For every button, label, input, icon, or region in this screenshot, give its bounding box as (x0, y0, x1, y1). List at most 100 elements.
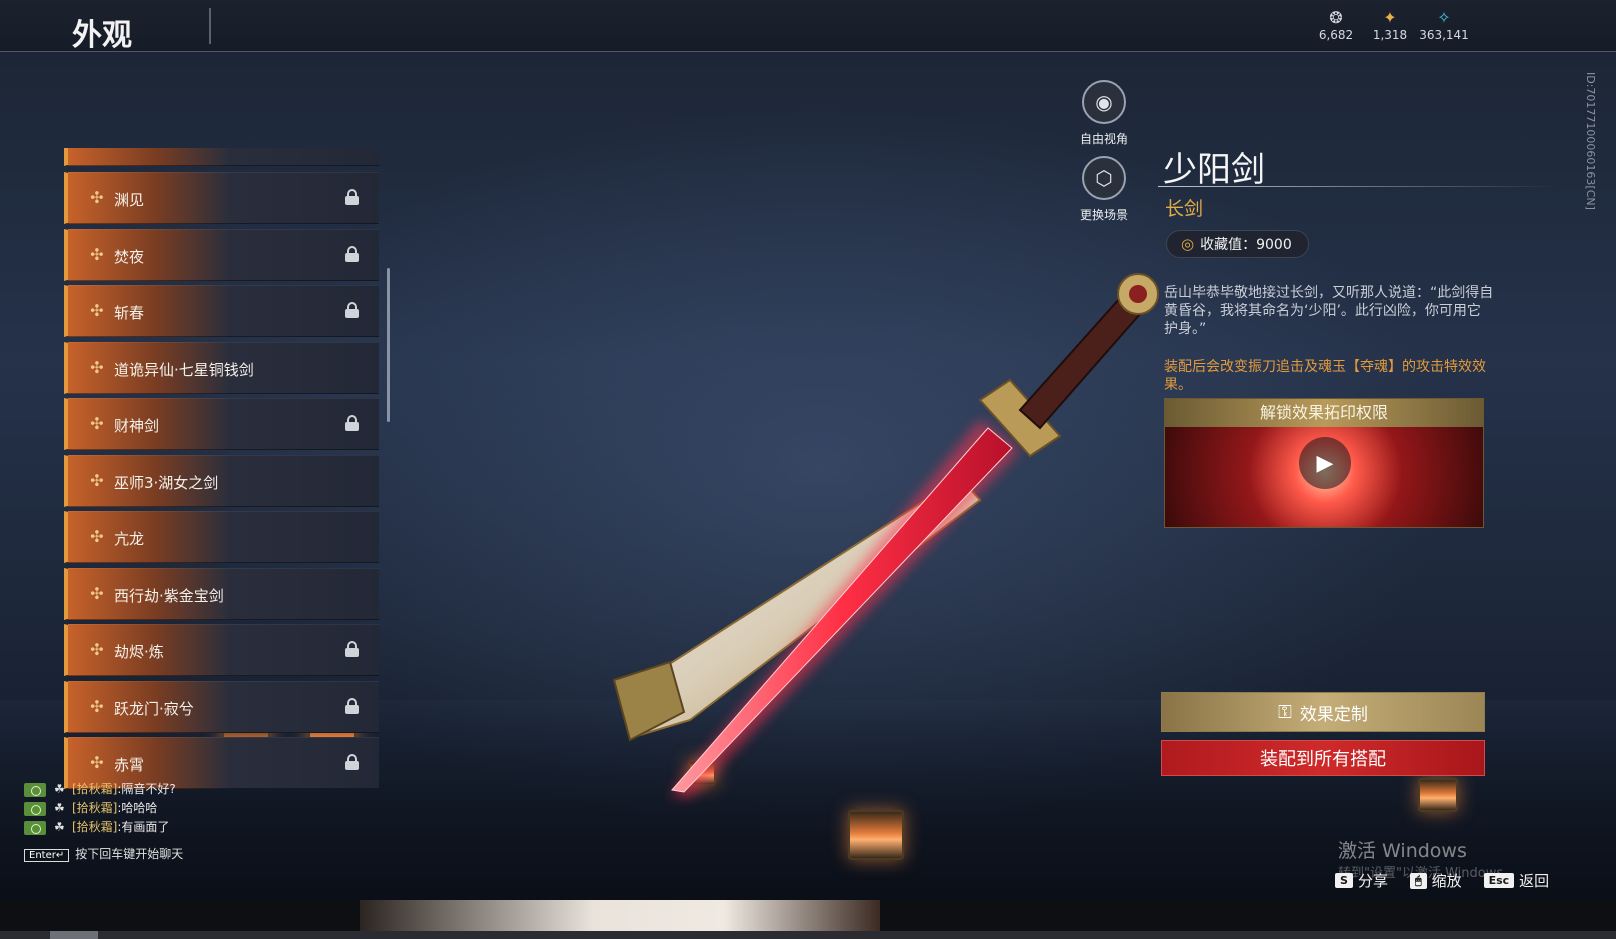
skin-icon: ✣ (90, 527, 104, 546)
list-item[interactable]: ✣ 渊见 (64, 172, 379, 224)
chat-sender[interactable]: [拾秋霜] (72, 820, 117, 834)
ticket-currency-icon: ✦ (1383, 8, 1397, 27)
skin-label: 渊见 (114, 191, 145, 209)
windows-activation-watermark: 激活 Windows (1338, 840, 1467, 862)
skin-icon: ✣ (90, 697, 104, 716)
chat-sender[interactable]: [拾秋霜] (72, 782, 117, 796)
list-item[interactable]: ✣ 焚夜 (64, 229, 379, 281)
chat-text: :隔音不好? (117, 782, 176, 796)
sword-preview[interactable] (600, 250, 1200, 810)
zoom-label: 缩放 (1431, 872, 1462, 890)
skin-label: 焚夜 (114, 248, 145, 266)
currency-feather[interactable]: ✧ 363,141 (1414, 8, 1474, 42)
change-scene-button[interactable]: ⬡ 更换场景 (1059, 156, 1149, 223)
lock-icon (345, 302, 359, 318)
list-item[interactable]: ✣ 道诡异仙·七星铜钱剑 (64, 342, 379, 394)
list-item[interactable]: ✣ 跃龙门·寂兮 (64, 681, 379, 733)
chat-line: ☘ [拾秋霜]:哈哈哈 (24, 799, 444, 818)
list-item[interactable]: ✣ 斩春 (64, 285, 379, 337)
change-scene-label: 更换场景 (1079, 208, 1128, 222)
key-hints: S 分享 🖱 缩放 Esc 返回 (1335, 870, 1571, 891)
guild-icon: ☘ (54, 782, 65, 796)
customize-effect-button[interactable]: ⚿ 效果定制 (1161, 692, 1485, 732)
skin-label: 巫师3·湖女之剑 (114, 474, 219, 492)
bottom-scrollbar[interactable] (0, 931, 1616, 939)
chat-sender[interactable]: [拾秋霜] (72, 801, 117, 815)
share-hint[interactable]: S 分享 (1335, 870, 1388, 891)
list-item[interactable]: ✣ 财神剑 (64, 398, 379, 450)
free-view-label: 自由视角 (1079, 132, 1128, 146)
skin-icon: ✣ (90, 640, 104, 659)
play-icon[interactable]: ▶ (1299, 437, 1351, 489)
collect-icon: ◎ (1181, 235, 1195, 253)
skin-icon: ✣ (90, 584, 104, 603)
preview-video[interactable]: ▶ (1165, 427, 1483, 527)
list-item[interactable] (64, 148, 379, 166)
cube-icon: ⬡ (1082, 156, 1126, 200)
bottom-strip (0, 900, 1616, 939)
lock-icon (345, 698, 359, 714)
lantern (1418, 778, 1458, 812)
skin-list[interactable]: ✣ 渊见 ✣ 焚夜 ✣ 斩春 ✣ 道诡异仙·七星铜钱剑 ✣ 财神剑 ✣ 巫师3·… (64, 148, 384, 800)
channel-icon (24, 801, 46, 816)
skin-icon: ✣ (90, 245, 104, 264)
skin-icon: ✣ (90, 471, 104, 490)
lock-icon (345, 415, 359, 431)
key-icon: ⚿ (1278, 701, 1292, 723)
currency-ticket[interactable]: ✦ 1,318 (1360, 8, 1420, 42)
bottom-scrollbar-thumb[interactable] (50, 931, 98, 939)
back-label: 返回 (1519, 872, 1550, 890)
back-hint[interactable]: Esc 返回 (1483, 870, 1550, 891)
item-description: 岳山毕恭毕敬地接过长剑，又听那人说道：“此剑得自黄昏谷，我将其命名为‘少阳’。此… (1164, 285, 1494, 337)
top-bar: 外观 ❂ 6,682 ✦ 1,318 ✧ 363,141 (0, 0, 1616, 53)
esc-key: Esc (1483, 873, 1515, 888)
free-view-button[interactable]: ◉ 自由视角 (1059, 80, 1149, 147)
lock-icon (345, 246, 359, 262)
list-item[interactable]: ✣ 劫烬·炼 (64, 624, 379, 676)
collect-value: 收藏值：9000 (1200, 237, 1292, 253)
item-name: 少阳剑 (1163, 150, 1265, 190)
share-key: S (1335, 873, 1353, 888)
page-title: 外观 (72, 18, 132, 53)
unlock-preview[interactable]: 解锁效果拓印权限 ▶ (1164, 398, 1484, 528)
unlock-title: 解锁效果拓印权限 (1165, 399, 1483, 427)
skin-label: 赤霄 (114, 756, 145, 774)
skin-icon: ✣ (90, 414, 104, 433)
lock-icon (345, 754, 359, 770)
chat-line: ☘ [拾秋霜]:有画面了 (24, 818, 444, 837)
chat-hint[interactable]: Enter↵ 按下回车键开始聊天 (24, 845, 444, 862)
skin-icon: ✣ (90, 301, 104, 320)
feather-currency-icon: ✧ (1437, 8, 1451, 27)
title-divider (209, 8, 211, 44)
spirit-currency-icon: ❂ (1329, 8, 1343, 27)
currency-value: 363,141 (1419, 28, 1469, 42)
skin-icon: ✣ (90, 358, 104, 377)
currency-value: 6,682 (1318, 28, 1354, 42)
skin-icon: ✣ (90, 753, 104, 772)
guild-icon: ☘ (54, 820, 65, 834)
enter-key: Enter↵ (24, 849, 70, 862)
name-divider (1158, 186, 1558, 187)
list-item[interactable]: ✣ 巫师3·湖女之剑 (64, 455, 379, 507)
channel-icon (24, 820, 46, 835)
effect-note: 装配后会改变振刀追击及魂玉【夺魂】的攻击特效效果。 (1164, 359, 1486, 393)
equip-all-button[interactable]: 装配到所有搭配 (1161, 740, 1485, 776)
chat-line: ☘ [拾秋霜]:隔音不好? (24, 780, 444, 799)
zoom-hint[interactable]: 🖱 缩放 (1409, 870, 1462, 891)
currency-spirit[interactable]: ❂ 6,682 (1306, 8, 1366, 42)
list-item[interactable]: ✣ 亢龙 (64, 511, 379, 563)
chat-text: :哈哈哈 (117, 801, 158, 815)
skin-icon: ✣ (90, 188, 104, 207)
chat-text: :有画面了 (117, 820, 170, 834)
camera-icon: ◉ (1082, 80, 1126, 124)
list-item[interactable]: ✣ 西行劫·紫金宝剑 (64, 568, 379, 620)
lock-icon (345, 189, 359, 205)
skin-label: 斩春 (114, 304, 145, 322)
item-type: 长剑 (1165, 198, 1204, 220)
skin-label: 西行劫·紫金宝剑 (114, 587, 224, 605)
list-scrollbar[interactable] (387, 268, 390, 422)
lock-icon (345, 641, 359, 657)
guild-icon: ☘ (54, 801, 65, 815)
skin-label: 跃龙门·寂兮 (114, 700, 194, 718)
chat-panel: ☘ [拾秋霜]:隔音不好? ☘ [拾秋霜]:哈哈哈 ☘ [拾秋霜]:有画面了 Ente… (24, 780, 444, 862)
